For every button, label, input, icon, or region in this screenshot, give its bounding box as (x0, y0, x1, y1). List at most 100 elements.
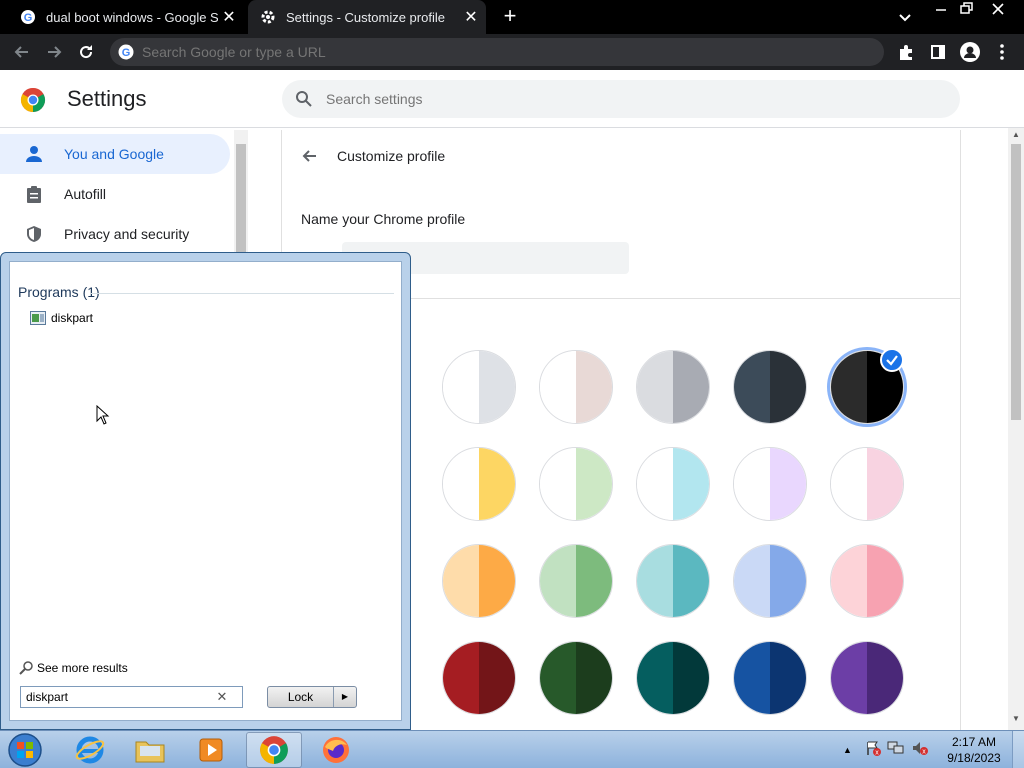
page-scrollbar[interactable]: ▲ ▼ (1008, 128, 1024, 730)
profile-name-label: Name your Chrome profile (301, 211, 466, 227)
color-swatch[interactable] (539, 350, 613, 424)
svg-text:x: x (875, 749, 879, 756)
tab-title: Settings - Customize profile (286, 9, 445, 25)
magnifier-icon (18, 660, 34, 676)
color-swatch[interactable] (830, 544, 904, 618)
color-swatch[interactable] (830, 447, 904, 521)
settings-search-input[interactable] (326, 91, 826, 107)
swatch-right-half (479, 351, 515, 423)
settings-search[interactable] (282, 80, 960, 118)
internet-explorer-icon[interactable] (62, 732, 118, 768)
programs-section-header: Programs (1) (18, 284, 100, 300)
color-swatch[interactable] (830, 641, 904, 715)
scroll-up-icon[interactable]: ▲ (1012, 130, 1020, 139)
network-icon[interactable] (887, 740, 905, 761)
scroll-down-icon[interactable]: ▼ (1012, 714, 1020, 723)
swatch-left-half (734, 351, 770, 423)
shield-icon (24, 224, 44, 244)
color-swatch[interactable] (539, 544, 613, 618)
sidebar-item-label: You and Google (64, 146, 164, 162)
swatch-left-half (540, 642, 576, 714)
color-swatch[interactable] (442, 447, 516, 521)
clear-search-icon[interactable]: ✕ (211, 689, 233, 705)
minimize-icon[interactable] (930, 0, 952, 18)
firefox-icon[interactable] (308, 732, 364, 768)
chrome-icon[interactable] (246, 732, 302, 768)
tab-settings[interactable]: Settings - Customize profile ✕ (248, 0, 486, 34)
sidebar-item-autofill[interactable]: Autofill (0, 174, 230, 214)
restore-icon[interactable] (955, 0, 977, 18)
power-options-arrow-icon[interactable]: ▶ (334, 687, 356, 707)
color-swatch[interactable] (442, 641, 516, 715)
show-desktop-button[interactable] (1012, 731, 1024, 768)
color-swatch[interactable] (636, 350, 710, 424)
sidebar-item-privacy[interactable]: Privacy and security (0, 214, 230, 254)
kebab-menu-icon[interactable] (990, 40, 1014, 64)
new-tab-button[interactable]: + (498, 5, 522, 29)
mouse-cursor-icon (96, 404, 110, 430)
checkmark-icon (880, 348, 904, 372)
back-arrow-icon[interactable] (300, 146, 320, 166)
address-bar[interactable]: G (110, 38, 884, 66)
show-hidden-icons-icon[interactable]: ▲ (843, 745, 857, 755)
swatch-left-half (443, 351, 479, 423)
color-swatch[interactable] (636, 641, 710, 715)
tab-strip: G dual boot windows - Google Sea ✕ Setti… (0, 0, 1024, 34)
swatch-left-half (831, 545, 867, 617)
color-swatch[interactable] (442, 350, 516, 424)
color-swatch[interactable] (539, 641, 613, 715)
swatch-left-half (734, 545, 770, 617)
profile-avatar-icon[interactable] (958, 40, 982, 64)
color-swatch[interactable] (636, 447, 710, 521)
scrollbar-thumb[interactable] (1011, 144, 1021, 420)
swatch-left-half (540, 545, 576, 617)
color-swatch[interactable] (442, 544, 516, 618)
action-center-icon[interactable]: x (865, 740, 881, 761)
gear-icon (260, 9, 276, 25)
start-search-box[interactable]: ✕ (20, 686, 243, 708)
clock-time: 2:17 AM (951, 735, 997, 749)
extensions-puzzle-icon[interactable] (894, 40, 918, 64)
swatch-right-half (479, 642, 515, 714)
color-swatch[interactable] (636, 544, 710, 618)
taskbar-clock[interactable]: 2:17 AM 9/18/2023 (938, 734, 1010, 766)
forward-arrow-icon[interactable] (42, 40, 66, 64)
svg-text:x: x (922, 748, 926, 755)
color-swatch[interactable] (733, 641, 807, 715)
sidebar-item-you-and-google[interactable]: You and Google (0, 134, 230, 174)
lock-label: Lock (268, 687, 334, 707)
side-panel-icon[interactable] (926, 40, 950, 64)
close-tab-icon[interactable]: ✕ (218, 6, 240, 28)
search-result-diskpart[interactable]: diskpart (30, 311, 93, 325)
swatch-left-half (443, 642, 479, 714)
close-tab-icon[interactable]: ✕ (460, 6, 482, 28)
address-input[interactable] (142, 44, 742, 60)
close-window-icon[interactable] (984, 0, 1012, 18)
color-swatch[interactable] (733, 544, 807, 618)
tab-title: dual boot windows - Google Sea (46, 9, 218, 25)
system-tray: ▲ x x (843, 737, 929, 763)
volume-muted-icon[interactable]: x (911, 740, 929, 761)
color-swatch[interactable] (733, 350, 807, 424)
swatch-right-half (673, 351, 709, 423)
color-swatch[interactable] (733, 447, 807, 521)
google-icon: G (118, 44, 134, 60)
reload-icon[interactable] (74, 40, 98, 64)
program-icon (30, 311, 46, 325)
swatch-left-half (443, 448, 479, 520)
see-more-results-link[interactable]: See more results (18, 660, 128, 676)
tab-search-chevron-icon[interactable] (894, 6, 916, 28)
media-player-icon[interactable] (183, 732, 239, 768)
swatch-left-half (734, 448, 770, 520)
section-heading: Customize profile (337, 148, 446, 164)
start-search-input[interactable] (21, 690, 211, 704)
file-explorer-icon[interactable] (122, 732, 178, 768)
swatch-right-half (479, 448, 515, 520)
lock-button[interactable]: Lock ▶ (267, 686, 357, 708)
color-swatch[interactable] (539, 447, 613, 521)
back-arrow-icon[interactable] (10, 40, 34, 64)
start-orb-icon[interactable] (6, 732, 44, 768)
swatch-right-half (673, 642, 709, 714)
see-more-label: See more results (37, 661, 128, 675)
tab-google-search[interactable]: G dual boot windows - Google Sea ✕ (8, 0, 244, 34)
